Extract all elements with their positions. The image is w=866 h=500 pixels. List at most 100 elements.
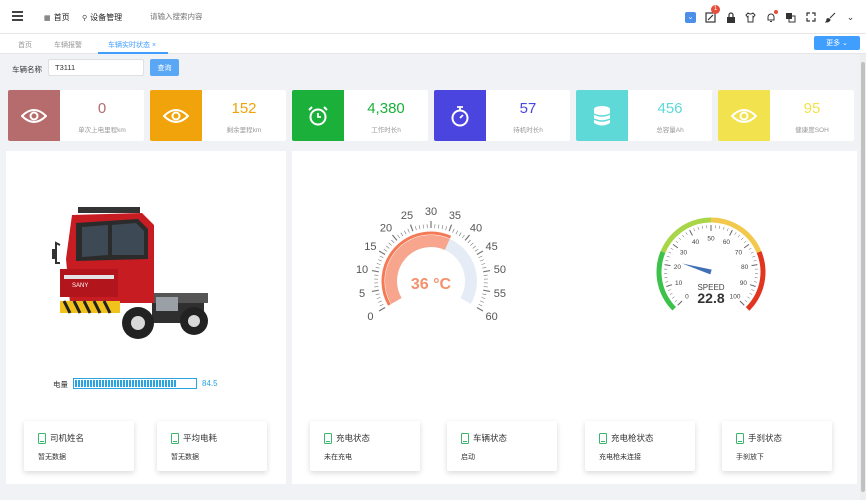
stat-label: 单次上电里程km xyxy=(78,127,126,134)
device-icon xyxy=(171,432,179,444)
translate-icon[interactable] xyxy=(785,12,796,23)
speed-gauge-tick-label: 30 xyxy=(680,250,688,257)
temp-gauge-tick xyxy=(483,289,491,293)
speed-gauge-tick-label: 80 xyxy=(741,264,749,271)
temp-gauge-tick xyxy=(376,263,381,265)
speed-gauge-tick xyxy=(689,229,693,236)
speed-gauge-tick xyxy=(665,260,669,262)
speed-gauge-tick xyxy=(737,234,741,238)
query-button[interactable]: 查询 xyxy=(150,59,179,76)
tab-home[interactable]: 首页 xyxy=(18,40,32,50)
speed-gauge-tick xyxy=(666,284,673,287)
temp-gauge-tick xyxy=(391,234,398,241)
speed-gauge-tick xyxy=(752,255,756,258)
temp-gauge-tick xyxy=(376,297,381,299)
speed-gauge-tick-label: 10 xyxy=(675,280,683,287)
speed-gauge-tick-label: 70 xyxy=(735,250,743,257)
temp-gauge-tick xyxy=(379,303,384,307)
speed-gauge-needle xyxy=(682,263,712,275)
speed-gauge-tick xyxy=(750,251,754,254)
chevron-down-icon[interactable]: ⌄ xyxy=(845,12,856,23)
nav-device-link[interactable]: ⚲ 设备管理 xyxy=(82,12,122,23)
svg-text:SANY: SANY xyxy=(72,283,88,289)
speed-gauge-tick xyxy=(701,225,704,229)
speed-gauge-band xyxy=(722,219,731,226)
temp-gauge-tick-label: 55 xyxy=(494,288,506,300)
temp-gauge-tick xyxy=(474,248,479,252)
speed-gauge-band xyxy=(661,292,669,301)
speed-gauge-tick xyxy=(740,237,744,241)
temp-gauge-tick xyxy=(378,306,386,312)
avg-consumption-card: 平均电耗 暂无数据 xyxy=(157,421,267,471)
temp-gauge-tick-label: 20 xyxy=(380,222,392,234)
temp-gauge-tick-label: 50 xyxy=(494,264,506,276)
stat-value: 4,380 xyxy=(367,100,405,117)
speed-gauge-tick xyxy=(718,225,721,229)
speed-gauge-band xyxy=(745,302,754,311)
speed-gauge-band xyxy=(657,281,664,289)
device-icon xyxy=(38,432,46,444)
shirt-icon[interactable] xyxy=(745,11,756,23)
temp-gauge-tick-label: 25 xyxy=(401,210,413,222)
temp-gauge-tick-label: 5 xyxy=(359,288,365,300)
nav-home-link[interactable]: ▦ 首页 xyxy=(44,12,70,23)
temp-gauge-tick xyxy=(461,234,465,239)
temp-gauge-tick xyxy=(379,255,384,259)
temp-gauge-tick-label: 45 xyxy=(485,241,497,253)
tab-vehicle-alarm[interactable]: 车辆报警 xyxy=(54,40,82,50)
speed-gauge-tick xyxy=(669,292,673,295)
temp-gauge-tick xyxy=(409,224,414,232)
vehicle-name-label: 车辆名称 xyxy=(12,65,42,74)
speed-gauge-tick xyxy=(693,228,696,232)
temp-gauge-tick xyxy=(388,242,392,246)
speed-gauge-band xyxy=(747,235,756,244)
battery-value: 84.5 xyxy=(202,379,218,388)
dropdown-toggle-icon[interactable]: ⌄ xyxy=(685,11,696,23)
speed-gauge-tick-label: 0 xyxy=(685,294,689,301)
speed-gauge-tick xyxy=(749,284,756,287)
speed-gauge-value: 22.8 xyxy=(697,290,724,306)
menu-toggle-icon[interactable] xyxy=(12,11,23,21)
stat-card-single-mileage: 0 单次上电里程km xyxy=(8,90,144,141)
temp-gauge-tick xyxy=(378,259,382,262)
temp-gauge-tick xyxy=(467,239,471,244)
fullscreen-icon[interactable] xyxy=(805,12,816,23)
temp-gauge-tick-label: 60 xyxy=(485,311,497,323)
speed-gauge-band xyxy=(759,263,766,271)
speed-gauge-tick xyxy=(723,226,725,230)
handbrake-status-card: 手刹状态 手刹放下 xyxy=(722,421,832,471)
temp-gauge-tick xyxy=(378,300,382,303)
lock-icon[interactable] xyxy=(725,11,736,23)
speed-gauge-band xyxy=(743,230,752,239)
temp-gauge-tick xyxy=(476,250,484,256)
temp-gauge-tick xyxy=(470,242,474,246)
speed-gauge-tick xyxy=(668,251,672,254)
tab-vehicle-status[interactable]: 车辆实时状态 × xyxy=(108,40,156,50)
edit-icon[interactable]: 1 xyxy=(705,4,720,23)
speed-gauge-band xyxy=(663,239,672,248)
temp-gauge-tick xyxy=(445,226,447,231)
search-input[interactable] xyxy=(150,12,310,21)
temp-gauge-tick xyxy=(371,269,379,273)
scrollbar-thumb[interactable] xyxy=(861,62,865,492)
temp-gauge-tick xyxy=(378,250,386,256)
speed-gauge-band xyxy=(738,226,747,235)
speed-gauge-tick xyxy=(677,300,683,306)
speed-gauge-tick xyxy=(734,232,737,235)
brush-icon[interactable] xyxy=(825,12,836,23)
temp-gauge-tick xyxy=(422,224,424,229)
temp-gauge-tick-label: 30 xyxy=(425,206,437,218)
temp-gauge-tick xyxy=(478,303,483,307)
speed-gauge-band xyxy=(680,223,689,231)
speed-gauge-tick xyxy=(753,281,757,283)
vehicle-name-input[interactable]: T3111 xyxy=(48,59,144,76)
stopwatch-icon xyxy=(434,90,486,141)
stat-value: 152 xyxy=(231,100,257,117)
speed-gauge-tick-label: 100 xyxy=(730,294,741,301)
tab-close-icon[interactable]: × xyxy=(152,42,156,49)
bell-icon[interactable] xyxy=(765,9,778,23)
top-navbar: ▦首页 ⚲设备管理 ⌄ 1 ⌄ xyxy=(0,0,866,34)
speed-gauge-band xyxy=(733,223,742,232)
temp-gauge-tick xyxy=(407,228,410,233)
more-button[interactable]: 更多 ⌄ xyxy=(814,36,860,50)
